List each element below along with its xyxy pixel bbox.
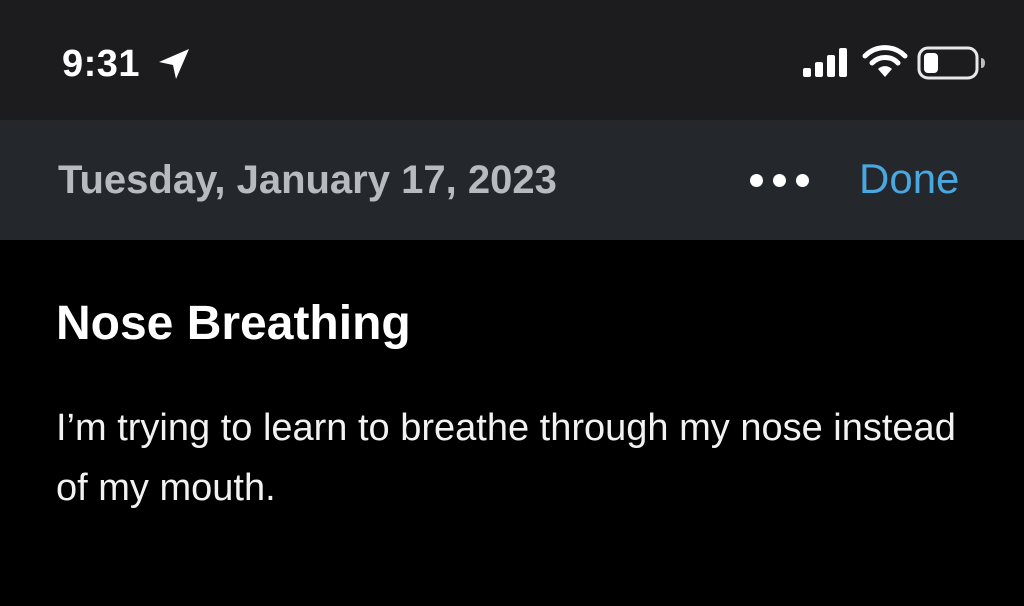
more-dots-icon [750, 174, 763, 187]
location-arrow-icon [159, 49, 189, 79]
entry-content[interactable]: Nose Breathing I’m trying to learn to br… [0, 240, 1024, 606]
more-dots-icon [796, 174, 809, 187]
entry-title[interactable]: Nose Breathing [56, 294, 411, 354]
status-time: 9:31 [62, 43, 141, 85]
more-dots-icon [773, 174, 786, 187]
cellular-signal-icon [803, 48, 847, 77]
entry-body[interactable]: I’m trying to learn to breathe through m… [56, 398, 956, 518]
journal-entry-screen: 9:31 Tuesday, January 17, 2023 Done Nose… [0, 0, 1024, 606]
more-options-button[interactable] [744, 160, 820, 200]
navigation-bar: Tuesday, January 17, 2023 Done [0, 120, 1024, 240]
status-bar: 9:31 [0, 0, 1024, 120]
battery-icon [917, 46, 985, 80]
wifi-icon [862, 45, 908, 77]
done-button[interactable]: Done [859, 154, 959, 204]
entry-date: Tuesday, January 17, 2023 [58, 158, 557, 202]
